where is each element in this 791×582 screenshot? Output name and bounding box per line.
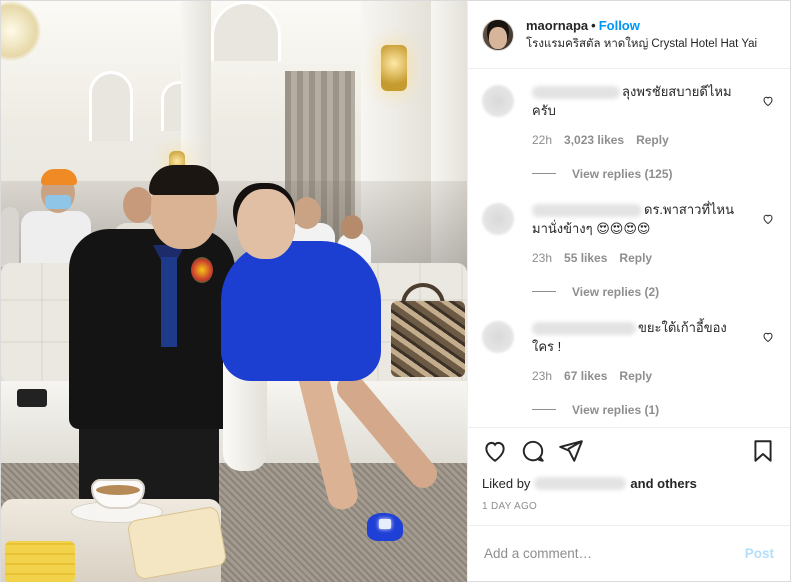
comment-meta: 23h 67 likes Reply xyxy=(532,369,776,383)
photo-person xyxy=(1,207,19,267)
photo-man-tie xyxy=(161,257,177,347)
photo-woman-head xyxy=(237,189,295,259)
comment-body: ขยะใต้เก้าอี้ของ ใคร ! xyxy=(532,319,748,357)
comment-like-icon[interactable] xyxy=(762,95,774,107)
share-icon[interactable] xyxy=(558,438,584,464)
action-icons xyxy=(482,438,776,464)
comment-item: ดร.พาสาวที่ไหนมานั่งข้างๆ 😍😍😍😍 23h 55 li… xyxy=(482,191,776,309)
photo-man-hair xyxy=(149,165,219,195)
comment-item: ลุงพรชัยสบายดีไหม ครับ 22h 3,023 likes R… xyxy=(482,73,776,191)
reply-button[interactable]: Reply xyxy=(619,251,652,265)
comment-input[interactable] xyxy=(484,546,745,561)
comment-likes[interactable]: 3,023 likes xyxy=(564,133,624,147)
comment-meta: 23h 55 likes Reply xyxy=(532,251,776,265)
photo-boutonniere xyxy=(191,257,213,283)
comment-icon[interactable] xyxy=(520,438,546,464)
location-link[interactable]: โรงแรมคริสตัล หาดใหญ่ Crystal Hotel Hat … xyxy=(526,37,757,51)
photo-cake xyxy=(5,541,75,582)
comment-likes[interactable]: 67 likes xyxy=(564,369,607,383)
post-time[interactable]: 1 DAY AGO xyxy=(482,501,776,512)
photo-woman-dress xyxy=(221,241,381,381)
comment-body: ดร.พาสาวที่ไหนมานั่งข้างๆ 😍😍😍😍 xyxy=(532,201,748,239)
reply-button[interactable]: Reply xyxy=(636,133,669,147)
photo-person xyxy=(41,169,77,185)
comment-likes[interactable]: 55 likes xyxy=(564,251,607,265)
replies-line xyxy=(532,291,556,293)
bookmark-icon[interactable] xyxy=(750,438,776,464)
comment-like-icon[interactable] xyxy=(762,213,774,225)
comment-item: ขยะใต้เก้าอี้ของ ใคร ! 23h 67 likes Repl… xyxy=(482,309,776,427)
view-replies-label: View replies (125) xyxy=(572,166,673,181)
comment-meta: 22h 3,023 likes Reply xyxy=(532,133,776,147)
add-comment-bar: Post xyxy=(468,525,790,581)
blurred-username xyxy=(532,86,620,100)
comment-age: 23h xyxy=(532,250,553,265)
photo-person xyxy=(123,187,153,223)
photo-person xyxy=(293,197,321,229)
post-button[interactable]: Post xyxy=(745,546,774,561)
photo-wall-lamp xyxy=(381,45,407,91)
comment-age: 22h xyxy=(532,132,553,147)
post-sidebar: maornapa • Follow โรงแรมคริสตัล หาดใหญ่ Cr… xyxy=(467,1,790,581)
liked-by-others[interactable]: and others xyxy=(630,476,696,491)
header-text: maornapa • Follow โรงแรมคริสตัล หาดใหญ่ Cr… xyxy=(526,18,757,52)
post-actions: Liked by and others 1 DAY AGO xyxy=(468,427,790,525)
liked-by: Liked by and others xyxy=(482,476,776,491)
blurred-username xyxy=(532,204,642,218)
view-replies-label: View replies (1) xyxy=(572,402,660,417)
photo-window-arch xyxy=(89,71,133,141)
replies-line xyxy=(532,173,556,175)
follow-button[interactable]: Follow xyxy=(599,18,640,33)
blurred-username xyxy=(532,322,636,336)
photo-handbag xyxy=(391,301,465,377)
photo-person xyxy=(341,215,363,239)
photo-person xyxy=(45,195,71,209)
instagram-post: maornapa • Follow โรงแรมคริสตัล หาดใหญ่ Cr… xyxy=(0,0,791,582)
avatar-face xyxy=(489,26,507,49)
comment-body: ลุงพรชัยสบายดีไหม ครับ xyxy=(532,83,748,121)
view-replies-button[interactable]: View replies (125) xyxy=(532,167,776,181)
replies-line xyxy=(532,409,556,411)
photo-tea xyxy=(96,485,140,495)
comments-list[interactable]: ลุงพรชัยสบายดีไหม ครับ 22h 3,023 likes R… xyxy=(468,69,790,427)
commenter-avatar[interactable] xyxy=(482,321,514,353)
comment-age: 23h xyxy=(532,368,553,383)
heart-icon[interactable] xyxy=(482,438,508,464)
photo-man-jacket xyxy=(69,229,235,429)
commenter-avatar[interactable] xyxy=(482,85,514,117)
avatar[interactable] xyxy=(482,18,514,51)
view-replies-label: View replies (2) xyxy=(572,284,660,299)
separator-dot: • xyxy=(591,17,596,33)
liked-by-prefix: Liked by xyxy=(482,476,531,491)
photo-shoe-buckle xyxy=(379,519,391,529)
view-replies-button[interactable]: View replies (1) xyxy=(532,403,776,417)
username[interactable]: maornapa xyxy=(526,18,588,33)
post-header: maornapa • Follow โรงแรมคริสตัล หาดใหญ่ Cr… xyxy=(468,1,790,69)
blurred-liker[interactable] xyxy=(534,477,627,490)
view-replies-button[interactable]: View replies (2) xyxy=(532,285,776,299)
post-photo[interactable] xyxy=(1,1,467,582)
comment-like-icon[interactable] xyxy=(762,331,774,343)
commenter-avatar[interactable] xyxy=(482,203,514,235)
reply-button[interactable]: Reply xyxy=(619,369,652,383)
photo-phone xyxy=(17,389,47,407)
